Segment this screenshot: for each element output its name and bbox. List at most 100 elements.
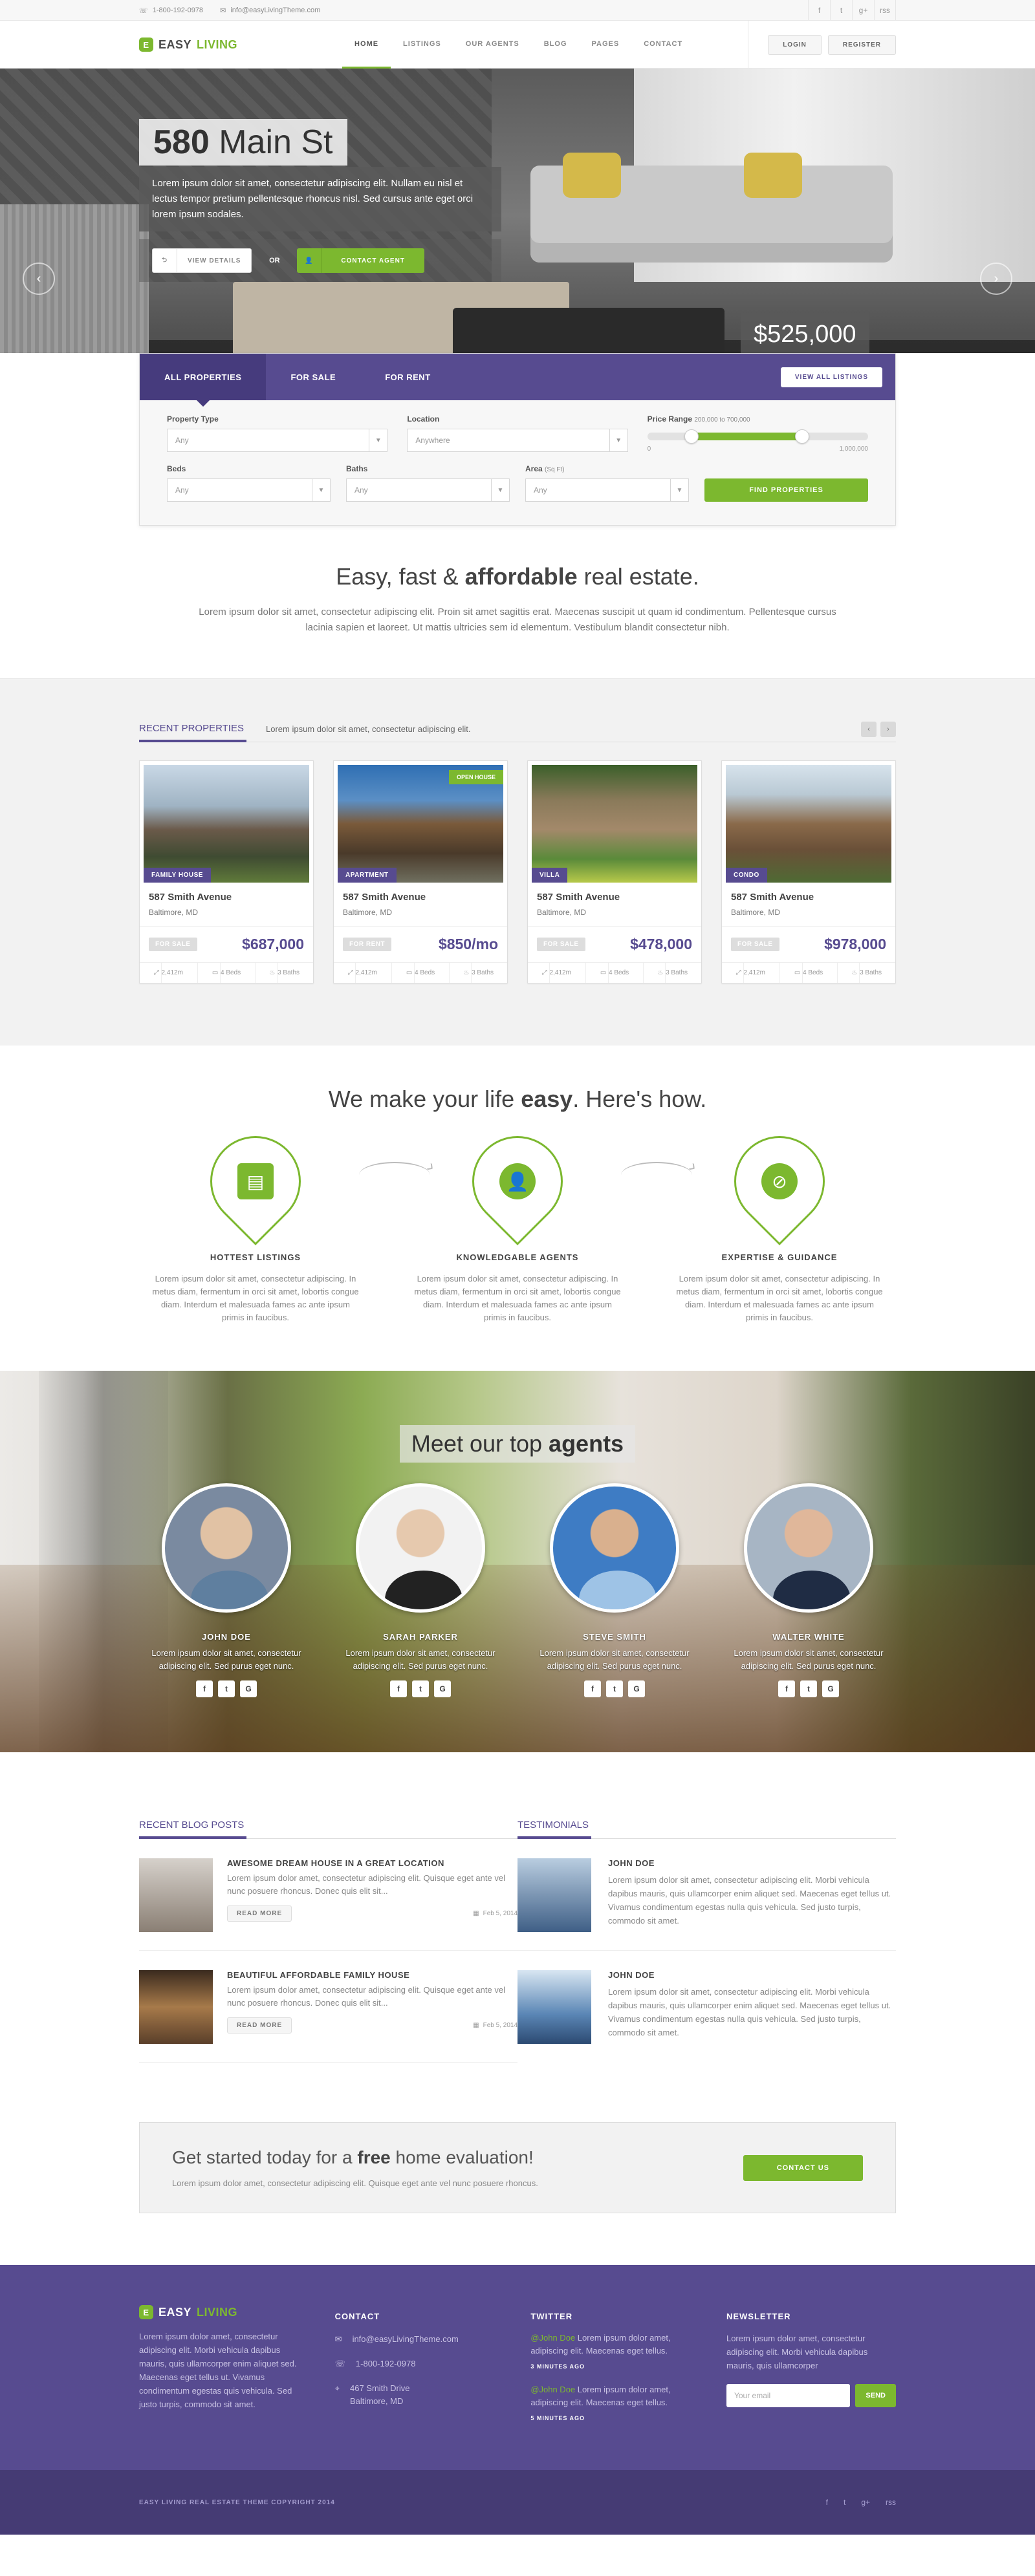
beds-select[interactable]: Any ▼ (167, 478, 331, 502)
blog-post-title[interactable]: AWESOME DREAM HOUSE IN A GREAT LOCATION (227, 1858, 518, 1868)
contact-us-button[interactable]: CONTACT US (743, 2154, 863, 2181)
rss-icon[interactable]: rss (874, 0, 896, 21)
step-pin: 👤 (453, 1117, 582, 1245)
find-properties-button[interactable]: FIND PROPERTIES (704, 478, 868, 502)
google-plus-icon[interactable]: G (822, 1680, 839, 1697)
google-plus-icon[interactable]: G (434, 1680, 451, 1697)
property-card[interactable]: VILLA 587 Smith Avenue Baltimore, MD FOR… (527, 760, 702, 983)
agent-name[interactable]: SARAH PARKER (333, 1632, 508, 1642)
avatar[interactable] (356, 1483, 485, 1613)
agent-card: STEVE SMITH Lorem ipsum dolor sit amet, … (527, 1483, 702, 1697)
twitter-icon[interactable]: t (218, 1680, 235, 1697)
property-image[interactable]: VILLA (532, 765, 697, 883)
footer-email-text[interactable]: info@easyLivingTheme.com (353, 2333, 459, 2346)
hero-prev-arrow-icon[interactable]: ‹ (23, 263, 55, 295)
step-hottest-listings: ▤ HOTTEST LISTINGS Lorem ipsum dolor sit… (139, 1117, 430, 1324)
avatar[interactable] (162, 1483, 291, 1613)
baths-select[interactable]: Any ▼ (346, 478, 510, 502)
agent-icon: 👤 (499, 1163, 536, 1199)
property-card[interactable]: FAMILY HOUSE 587 Smith Avenue Baltimore,… (139, 760, 314, 983)
footer-address-text: 467 Smith Drive Baltimore, MD (350, 2382, 409, 2408)
price-range-bounds: 0 1,000,000 (648, 445, 868, 453)
blog-post-image[interactable] (139, 1858, 213, 1932)
user-icon: 👤 (297, 248, 322, 273)
newsletter-send-button[interactable]: SEND (855, 2384, 896, 2407)
property-image[interactable]: CONDO (726, 765, 891, 883)
register-button[interactable]: REGISTER (827, 34, 896, 55)
avatar[interactable] (550, 1483, 679, 1613)
newsletter-email-input[interactable]: Your email (726, 2384, 851, 2407)
footer-email[interactable]: ✉ info@easyLivingTheme.com (335, 2333, 505, 2346)
google-plus-icon[interactable]: g+ (852, 0, 874, 21)
twitter-icon[interactable]: t (606, 1680, 623, 1697)
property-address[interactable]: 587 Smith Avenue (343, 892, 498, 903)
twitter-icon[interactable]: t (830, 0, 852, 21)
hero-next-arrow-icon[interactable]: › (980, 263, 1012, 295)
twitter-icon[interactable]: t (844, 2498, 845, 2507)
rss-icon[interactable]: rss (886, 2498, 896, 2507)
facebook-icon[interactable]: f (390, 1680, 407, 1697)
twitter-icon[interactable]: t (800, 1680, 817, 1697)
property-card[interactable]: CONDO 587 Smith Avenue Baltimore, MD FOR… (721, 760, 896, 983)
login-button[interactable]: LOGIN (768, 34, 822, 55)
blog-post-image[interactable] (139, 1970, 213, 2044)
logo[interactable]: E EASY LIVING (139, 38, 237, 52)
facebook-icon[interactable]: f (826, 2498, 828, 2507)
nav-pages[interactable]: PAGES (580, 21, 632, 69)
property-address[interactable]: 587 Smith Avenue (149, 892, 304, 903)
document-icon: ▤ (237, 1163, 274, 1199)
nav-home[interactable]: HOME (342, 21, 391, 69)
google-plus-icon[interactable]: g+ (861, 2498, 870, 2507)
carousel-next-icon[interactable]: › (880, 721, 896, 737)
price-range-min-handle[interactable] (684, 429, 699, 444)
twitter-icon[interactable]: t (412, 1680, 429, 1697)
nav-listings[interactable]: LISTINGS (391, 21, 453, 69)
agent-name[interactable]: STEVE SMITH (527, 1632, 702, 1642)
email-address[interactable]: info@easyLivingTheme.com (230, 6, 320, 14)
avatar-body (385, 1571, 463, 1609)
price-range-slider[interactable] (647, 429, 868, 444)
nav-blog[interactable]: BLOG (532, 21, 580, 69)
blog-post-title[interactable]: BEAUTIFUL AFFORDABLE FAMILY HOUSE (227, 1970, 518, 1980)
tab-for-sale[interactable]: FOR SALE (266, 354, 360, 400)
property-card[interactable]: OPEN HOUSE APARTMENT 587 Smith Avenue Ba… (333, 760, 508, 983)
google-plus-icon[interactable]: G (240, 1680, 257, 1697)
view-all-listings-button[interactable]: VIEW ALL LISTINGS (780, 367, 882, 387)
agent-name[interactable]: JOHN DOE (139, 1632, 314, 1642)
property-image[interactable]: FAMILY HOUSE (144, 765, 309, 883)
area-select[interactable]: Any ▼ (525, 478, 689, 502)
facebook-icon[interactable]: f (808, 0, 830, 21)
property-image[interactable]: OPEN HOUSE APARTMENT (338, 765, 503, 883)
blog-post: BEAUTIFUL AFFORDABLE FAMILY HOUSE Lorem … (139, 1970, 518, 2063)
blog-testimonials-cols: RECENT BLOG POSTS AWESOME DREAM HOUSE IN… (139, 1813, 896, 2063)
property-address[interactable]: 587 Smith Avenue (731, 892, 886, 903)
how-heading: We make your life easy. Here's how. (139, 1086, 896, 1113)
agent-name[interactable]: WALTER WHITE (721, 1632, 896, 1642)
price-range-max-handle[interactable] (794, 429, 809, 444)
view-details-button[interactable]: ⮌ VIEW DETAILS (152, 248, 252, 273)
property-address[interactable]: 587 Smith Avenue (537, 892, 692, 903)
location-select[interactable]: Anywhere ▼ (407, 429, 628, 452)
nav-contact[interactable]: CONTACT (631, 21, 695, 69)
read-more-button[interactable]: READ MORE (227, 2017, 292, 2034)
facebook-icon[interactable]: f (196, 1680, 213, 1697)
nav-our-agents[interactable]: OUR AGENTS (453, 21, 532, 69)
recent-properties-section: RECENT PROPERTIES Lorem ipsum dolor sit … (0, 678, 1035, 1046)
property-type-select[interactable]: Any ▼ (167, 429, 388, 452)
read-more-button[interactable]: READ MORE (227, 1905, 292, 1922)
property-price: $850/mo (438, 936, 498, 952)
email-info[interactable]: ✉ info@easyLivingTheme.com (220, 6, 320, 15)
tweet-handle[interactable]: @John Doe (530, 2333, 575, 2343)
tab-for-rent[interactable]: FOR RENT (360, 354, 455, 400)
contact-agent-button[interactable]: 👤 CONTACT AGENT (297, 248, 424, 273)
footer-logo[interactable]: E EASY LIVING (139, 2305, 309, 2319)
facebook-icon[interactable]: f (584, 1680, 601, 1697)
google-plus-icon[interactable]: G (628, 1680, 645, 1697)
tweet-handle[interactable]: @John Doe (530, 2385, 575, 2394)
area-icon: ⤢ (153, 963, 162, 983)
carousel-prev-icon[interactable]: ‹ (861, 721, 877, 737)
facebook-icon[interactable]: f (778, 1680, 795, 1697)
baths-field: Baths Any ▼ (346, 464, 510, 502)
tab-all-properties[interactable]: ALL PROPERTIES (140, 354, 267, 407)
avatar[interactable] (744, 1483, 873, 1613)
